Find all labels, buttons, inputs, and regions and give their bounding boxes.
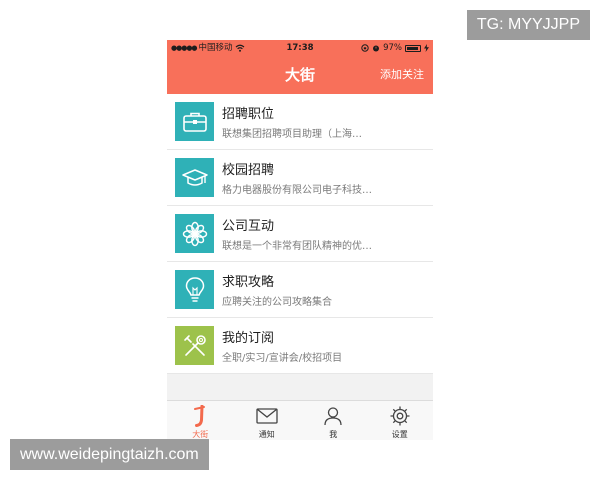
menu-item-subtitle: 应聘关注的公司攻略集合 [222,297,332,308]
menu-item-title: 求职攻略 [222,275,275,290]
status-right: 97% [361,40,429,56]
envelope-icon [234,405,301,427]
graduation-cap-icon [175,158,214,197]
tab-notifications[interactable]: 通知 [234,401,301,440]
add-follow-button[interactable]: 添加关注 [380,56,424,94]
status-bar: ●●●●● 中国移动 17:38 97% [167,40,433,56]
menu-item-subtitle: 联想是一个非常有团队精神的优… [222,241,372,252]
menu-item-subtitle: 全职/实习/宣讲会/校招项目 [222,353,343,364]
gear-icon [367,405,434,427]
menu-item-my-subscriptions[interactable]: 我的订阅 全职/实习/宣讲会/校招项目 [167,318,433,374]
watermark-tg: TG: MYYJJPP [466,10,590,40]
menu-item-subtitle: 格力电器股份有限公司电子科技… [222,185,372,196]
alarm-icon [373,45,380,52]
tools-icon [175,326,214,365]
phone-screen: ●●●●● 中国移动 17:38 97% 大街 添加关注 招聘职位 联想集团招聘… [167,40,433,440]
tab-label: 我 [329,430,338,439]
menu-item-campus-recruiting[interactable]: 校园招聘 格力电器股份有限公司电子科技… [167,150,433,206]
menu-item-title: 公司互动 [222,219,275,234]
tab-settings[interactable]: 设置 [367,401,434,440]
menu-item-title: 校园招聘 [222,163,275,178]
nav-bar: 大街 添加关注 [167,56,433,122]
tab-dajie[interactable]: 大街 [167,401,234,440]
orientation-lock-icon [361,44,369,52]
menu-item-title: 我的订阅 [222,331,275,346]
flower-icon [175,214,214,253]
menu-item-company-interaction[interactable]: 公司互动 联想是一个非常有团队精神的优… [167,206,433,262]
battery-percent: 97% [383,43,402,53]
briefcase-icon [175,102,214,141]
charging-icon [424,44,429,52]
tab-label: 设置 [391,430,408,439]
menu-item-subtitle: 联想集团招聘项目助理（上海… [222,129,362,140]
logo-j-icon [167,405,234,427]
tab-bar: 大街 通知 我 设置 [167,400,433,440]
menu-item-job-postings[interactable]: 招聘职位 联想集团招聘项目助理（上海… [167,94,433,150]
tab-label: 通知 [258,430,275,439]
watermark-url: www.weidepingtaizh.com [10,439,209,470]
menu-list: 招聘职位 联想集团招聘项目助理（上海… 校园招聘 格力电器股份有限公司电子科技… [167,94,433,374]
lightbulb-icon [175,270,214,309]
battery-icon [405,44,421,52]
tab-me[interactable]: 我 [300,401,367,440]
person-icon [300,405,367,427]
menu-item-title: 招聘职位 [222,107,275,122]
menu-item-job-search-tips[interactable]: 求职攻略 应聘关注的公司攻略集合 [167,262,433,318]
